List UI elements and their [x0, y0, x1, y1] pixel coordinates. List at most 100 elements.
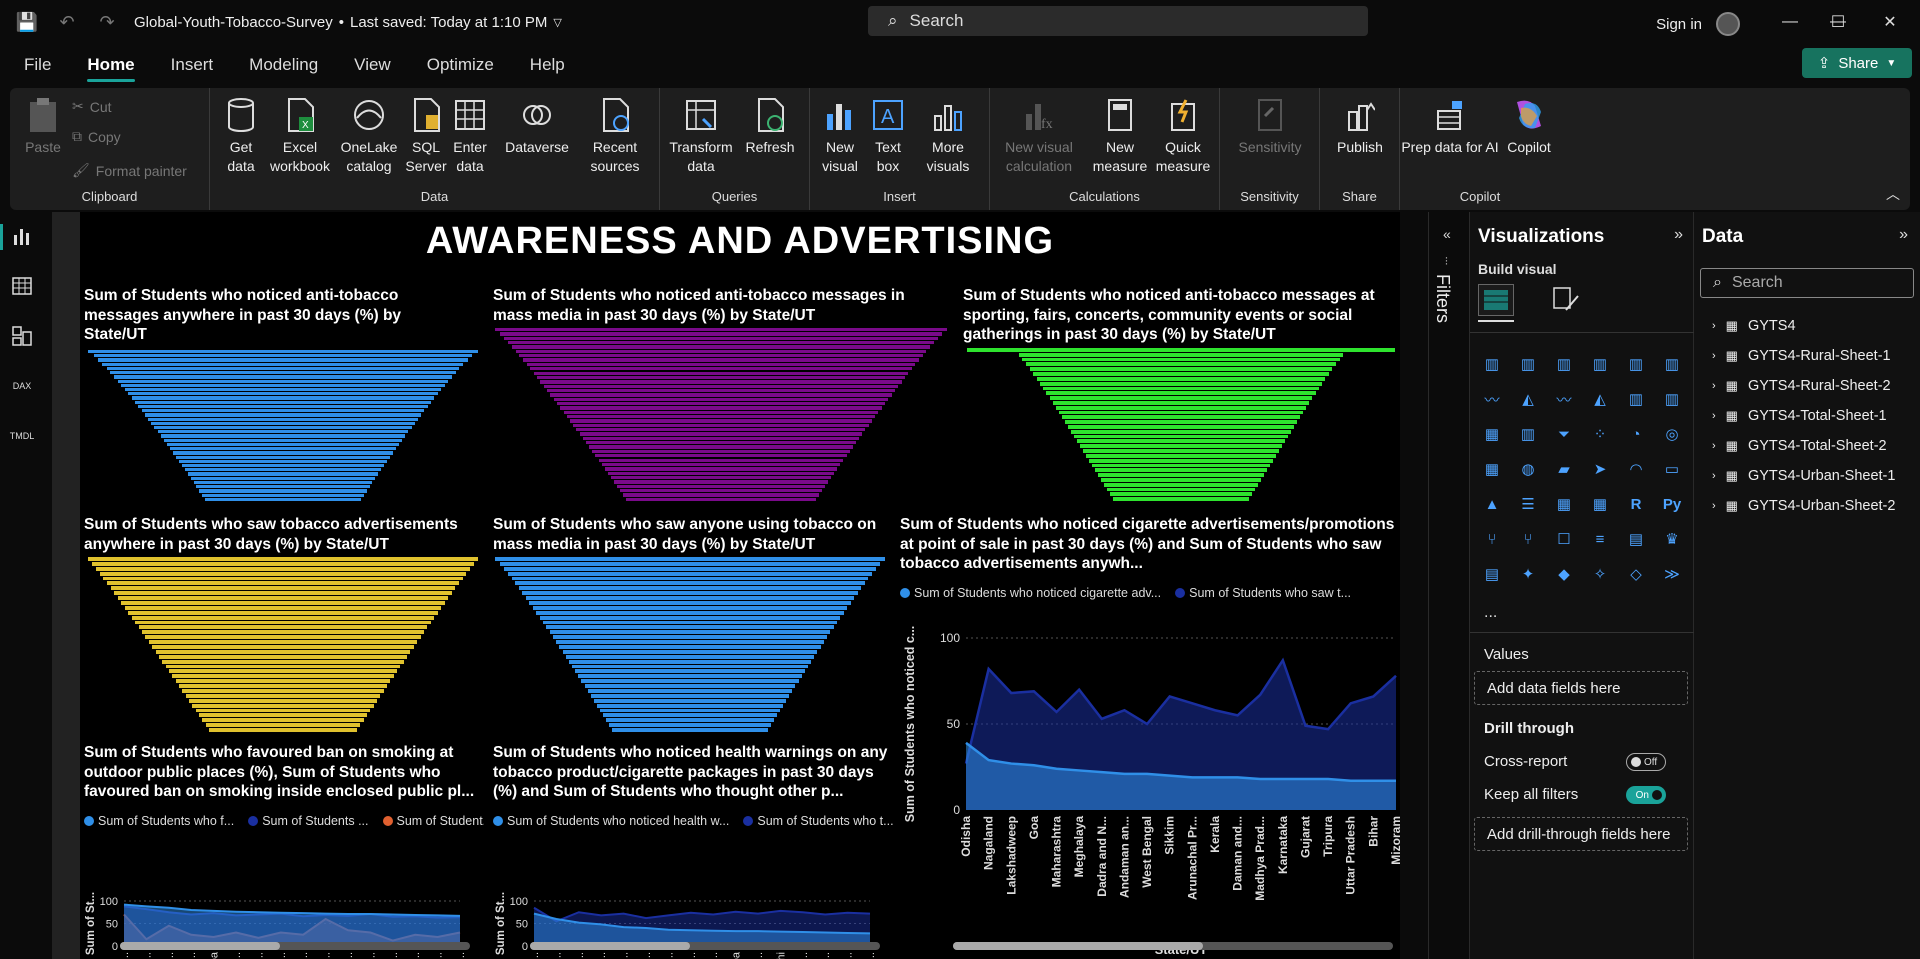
- chevron-right-icon[interactable]: ›: [1712, 350, 1716, 362]
- bar-chart-icon[interactable]: ▥: [1660, 352, 1684, 376]
- funnel-bar[interactable]: [518, 586, 862, 591]
- text-box-button[interactable]: A Text box: [866, 96, 910, 176]
- funnel-bar[interactable]: [1086, 453, 1276, 458]
- funnel-bar[interactable]: [620, 488, 822, 493]
- scatter-chart-icon[interactable]: ⁘: [1588, 422, 1612, 446]
- legend-item[interactable]: Sum of Students who noticed cigarette ad…: [900, 586, 1161, 600]
- funnel-bar[interactable]: [562, 649, 818, 654]
- diamond-chart-icon[interactable]: ◇: [1624, 562, 1648, 586]
- menu-help[interactable]: Help: [512, 44, 583, 86]
- funnel-bar[interactable]: [175, 455, 391, 459]
- sql-server-button[interactable]: SQL Server: [405, 96, 447, 176]
- kpi-chart-icon[interactable]: ▲: [1480, 492, 1504, 516]
- funnel-bar[interactable]: [529, 601, 851, 605]
- funnel-bar[interactable]: [144, 413, 422, 417]
- funnel-bar[interactable]: [536, 610, 844, 615]
- funnel-bar[interactable]: [107, 581, 459, 586]
- funnel-bar[interactable]: [163, 438, 403, 442]
- funnel-bar[interactable]: [1109, 492, 1253, 497]
- funnel-bar[interactable]: [95, 566, 471, 571]
- funnel-bar[interactable]: [169, 669, 397, 674]
- new-visual-button[interactable]: New visual: [818, 96, 862, 176]
- format-painter-button[interactable]: 🖌 Format painter: [72, 162, 187, 179]
- funnel-bar[interactable]: [1052, 400, 1310, 405]
- chevron-right-icon[interactable]: ›: [1712, 410, 1716, 422]
- bar-chart-icon[interactable]: ▥: [1516, 352, 1540, 376]
- funnel-bar[interactable]: [165, 664, 401, 669]
- treemap-chart-icon[interactable]: ▦: [1480, 457, 1504, 481]
- table-chart-icon[interactable]: ▦: [1552, 492, 1576, 516]
- funnel-bar[interactable]: [131, 396, 435, 400]
- funnel-bar[interactable]: [88, 557, 478, 561]
- menu-file[interactable]: File: [0, 44, 69, 86]
- funnel-bar[interactable]: [605, 718, 775, 723]
- funnel-bar[interactable]: [495, 557, 885, 561]
- data-search-input[interactable]: ⌕ Search: [1700, 268, 1914, 298]
- funnel-bar[interactable]: [601, 462, 841, 467]
- menu-view[interactable]: View: [336, 44, 409, 86]
- report-chart-icon[interactable]: ▤: [1480, 562, 1504, 586]
- funnel-bar[interactable]: [1068, 425, 1294, 429]
- azure-map-chart-icon[interactable]: ➤: [1588, 457, 1612, 481]
- funnel-bar[interactable]: [1018, 352, 1344, 357]
- funnel-bar[interactable]: [190, 476, 376, 480]
- sensitivity-button[interactable]: Sensitivity: [1230, 96, 1310, 157]
- decomp-chart-icon[interactable]: ⑂: [1516, 527, 1540, 551]
- funnel-bar[interactable]: [138, 404, 428, 409]
- funnel-bar[interactable]: [181, 464, 385, 468]
- menu-insert[interactable]: Insert: [153, 44, 232, 86]
- bar-chart-icon[interactable]: ▥: [1588, 352, 1612, 376]
- funnel-bar[interactable]: [1077, 439, 1285, 444]
- bar-chart-icon[interactable]: ▥: [1624, 387, 1648, 411]
- matrix-chart-icon[interactable]: ▦: [1588, 492, 1612, 516]
- area-chart-smoking-ban[interactable]: 100 50 0Miz... Ker... Ma... Ma... Goa Raja... Pu…: [80, 830, 490, 959]
- funnel-bar[interactable]: [121, 383, 445, 387]
- funnel-bar[interactable]: [172, 451, 394, 455]
- key-influencers-chart-icon[interactable]: ✧: [1588, 562, 1612, 586]
- funnel-bar[interactable]: [117, 379, 449, 383]
- funnel-bar[interactable]: [560, 406, 882, 410]
- legend-item[interactable]: Sum of Students who t...: [743, 814, 893, 828]
- publish-button[interactable]: Publish: [1328, 96, 1392, 157]
- funnel-bar[interactable]: [522, 358, 920, 362]
- funnel-bar[interactable]: [613, 480, 829, 484]
- collapse-pane-icon[interactable]: »: [1899, 226, 1908, 244]
- data-table-item[interactable]: › ▦ GYTS4-Urban-Sheet-2: [1712, 498, 1895, 514]
- dataverse-button[interactable]: Dataverse: [500, 96, 574, 157]
- funnel-bar[interactable]: [573, 423, 869, 428]
- funnel-bar[interactable]: [1043, 386, 1319, 391]
- funnel-bar[interactable]: [539, 615, 841, 620]
- filters-pane-collapsed[interactable]: « ⫶ Filters: [1428, 212, 1470, 959]
- funnel-bar[interactable]: [608, 723, 771, 728]
- funnel-bar[interactable]: [141, 409, 425, 413]
- pbi-apps-chart-icon[interactable]: ✦: [1516, 562, 1540, 586]
- funnel-bar[interactable]: [504, 336, 938, 341]
- funnel-bar[interactable]: [602, 713, 778, 718]
- funnel-bar[interactable]: [590, 693, 790, 698]
- legend-item[interactable]: Sum of Students ...: [248, 814, 369, 828]
- minimize-button[interactable]: —: [1766, 0, 1814, 44]
- funnel-bar[interactable]: [1059, 410, 1303, 415]
- funnel-bar[interactable]: [578, 674, 802, 679]
- funnel-bar[interactable]: [589, 445, 853, 449]
- data-table-item[interactable]: › ▦ GYTS4: [1712, 318, 1796, 334]
- data-table-item[interactable]: › ▦ GYTS4-Rural-Sheet-2: [1712, 378, 1891, 394]
- slicer-chart-icon[interactable]: ☰: [1516, 492, 1540, 516]
- keep-filters-toggle[interactable]: On: [1626, 786, 1666, 804]
- funnel-bar[interactable]: [93, 354, 473, 358]
- funnel-bar[interactable]: [179, 684, 387, 688]
- funnel-bar[interactable]: [1055, 405, 1306, 410]
- funnel-bar[interactable]: [208, 728, 358, 732]
- data-table-item[interactable]: › ▦ GYTS4-Total-Sheet-1: [1712, 408, 1887, 424]
- funnel-bar[interactable]: [1083, 449, 1279, 453]
- funnel-bar[interactable]: [525, 596, 854, 600]
- funnel-bar[interactable]: [1112, 497, 1250, 501]
- r-script-chart-icon[interactable]: R: [1624, 492, 1648, 516]
- funnel-bar[interactable]: [596, 703, 784, 708]
- new-visual-calculation-button[interactable]: fx New visual calculation: [996, 96, 1082, 176]
- funnel-bar[interactable]: [572, 664, 808, 669]
- funnel-bar[interactable]: [205, 723, 361, 728]
- funnel-bar[interactable]: [192, 703, 374, 708]
- funnel-bar[interactable]: [587, 689, 793, 693]
- funnel-bar[interactable]: [1065, 420, 1297, 424]
